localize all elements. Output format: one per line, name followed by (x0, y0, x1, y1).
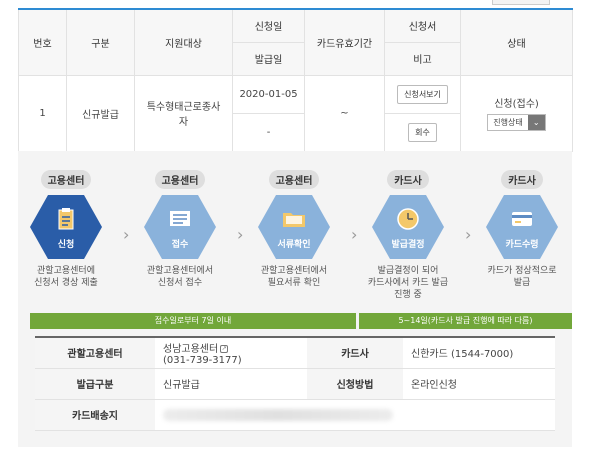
step-title: 발급결정 (391, 240, 425, 250)
issue-type-label: 발급구분 (35, 368, 155, 400)
step-title: 카드수령 (505, 240, 539, 250)
recall-button[interactable]: 회수 (408, 122, 437, 142)
row-issue-date: - (232, 112, 305, 152)
clipboard-icon (58, 208, 74, 230)
step-description: 카드가 정상적으로 발급 (487, 266, 557, 288)
issue-type-value: 신규발급 (155, 368, 307, 400)
top-button-edge[interactable] (492, 0, 550, 5)
chevron-down-icon[interactable]: ⌄ (527, 115, 545, 130)
row-target: 특수형태근로종사자 (134, 74, 233, 152)
row-recall-cell: 회수 (384, 112, 461, 152)
redacted-address (163, 408, 393, 421)
step-apply: 고용센터 신청 관할고용센터에 신청서 경상 제출 (18, 170, 114, 289)
step-card-receipt: 카드사 카드수령 카드가 정상적으로 발급 (474, 170, 570, 289)
row-view-cell: 신청서보기 (384, 74, 461, 114)
step-issue-decision: 카드사 발급결정 발급결정이 되어 카드사에서 카드 발급 진행 중 (360, 170, 456, 301)
step-hexagon: 신청 (30, 195, 102, 259)
chevron-right-icon: › (237, 225, 244, 244)
step-description: 관할고용센터에서 필요서류 확인 (260, 266, 328, 288)
duration-bar-center: 접수일로부터 7일 이내 (30, 313, 356, 329)
header-remark: 비고 (384, 41, 461, 76)
row-status-cell: 신청(접수) 진행상태 ⌄ (460, 74, 573, 152)
external-link-icon[interactable]: ↗ (220, 344, 229, 353)
step-title: 신청 (57, 240, 75, 250)
view-application-button[interactable]: 신청서보기 (397, 84, 448, 104)
step-receipt: 고용센터 접수 관할고용센터에서 신청서 접수 (132, 170, 228, 289)
method-value: 온라인신청 (403, 368, 555, 400)
step-title: 서류확인 (277, 240, 311, 250)
step-description: 관할고용센터에 신청서 경상 제출 (34, 266, 98, 288)
method-label: 신청방법 (307, 368, 403, 400)
header-application: 신청서 (384, 8, 461, 43)
center-name[interactable]: 성남고용센터 (163, 344, 218, 355)
header-status: 상태 (460, 8, 573, 76)
delivery-label: 카드배송지 (35, 399, 155, 431)
status-select-label: 진행상태 (488, 115, 528, 130)
chevron-right-icon: › (123, 225, 130, 244)
folder-icon (283, 213, 305, 227)
info-table: 관할고용센터 성남고용센터 ↗ (031-739-3177) 카드사 신한카드 (… (35, 336, 555, 431)
duration-bar-card: 5~14일(카드사 발급 진행에 따라 다름) (359, 313, 572, 329)
application-table: 번호 구분 지원대상 신청일 카드유효기간 신청서 상태 발급일 비고 1 신규… (18, 8, 573, 152)
row-apply-date: 2020-01-05 (232, 74, 305, 114)
step-description: 발급결정이 되어 카드사에서 카드 발급 진행 중 (367, 266, 449, 300)
step-hexagon: 접수 (144, 195, 216, 259)
step-agency-label: 고용센터 (40, 170, 92, 189)
card-value: 신한카드 (1544-7000) (403, 337, 555, 369)
delivery-value (155, 399, 555, 431)
row-status: 신청(접수) (494, 99, 539, 110)
card-icon (512, 212, 532, 226)
step-agency-label: 카드사 (501, 170, 543, 189)
chevron-right-icon: › (465, 225, 472, 244)
step-title: 접수 (171, 240, 189, 250)
step-hexagon: 서류확인 (258, 195, 330, 259)
row-no: 1 (18, 74, 67, 152)
row-card-valid: ~ (304, 74, 385, 152)
status-select[interactable]: 진행상태 ⌄ (487, 114, 546, 131)
step-description: 관할고용센터에서 신청서 접수 (146, 266, 214, 288)
card-label: 카드사 (307, 337, 403, 369)
process-panel: 고용센터 신청 관할고용센터에 신청서 경상 제출 › 고용센터 접수 관할고용… (18, 151, 572, 447)
table-row: 1 신규발급 특수형태근로종사자 2020-01-05 ~ 신청서보기 신청(접… (18, 74, 573, 152)
clock-icon (397, 208, 419, 230)
row-type: 신규발급 (66, 74, 135, 152)
step-hexagon: 발급결정 (372, 195, 444, 259)
step-document-check: 고용센터 서류확인 관할고용센터에서 필요서류 확인 (246, 170, 342, 289)
center-phone: (031-739-3177) (163, 354, 242, 366)
header-target: 지원대상 (134, 8, 233, 76)
chevron-right-icon: › (351, 225, 358, 244)
document-list-icon (170, 211, 190, 226)
header-no: 번호 (18, 8, 67, 76)
step-agency-label: 고용센터 (154, 170, 206, 189)
center-label: 관할고용센터 (35, 337, 155, 369)
step-hexagon: 카드수령 (486, 195, 558, 259)
header-type: 구분 (66, 8, 135, 76)
step-agency-label: 고용센터 (268, 170, 320, 189)
center-value: 성남고용센터 ↗ (031-739-3177) (155, 337, 307, 369)
header-issue-date: 발급일 (232, 41, 305, 76)
header-apply-date: 신청일 (232, 8, 305, 43)
step-agency-label: 카드사 (387, 170, 429, 189)
header-card-valid: 카드유효기간 (304, 8, 385, 76)
